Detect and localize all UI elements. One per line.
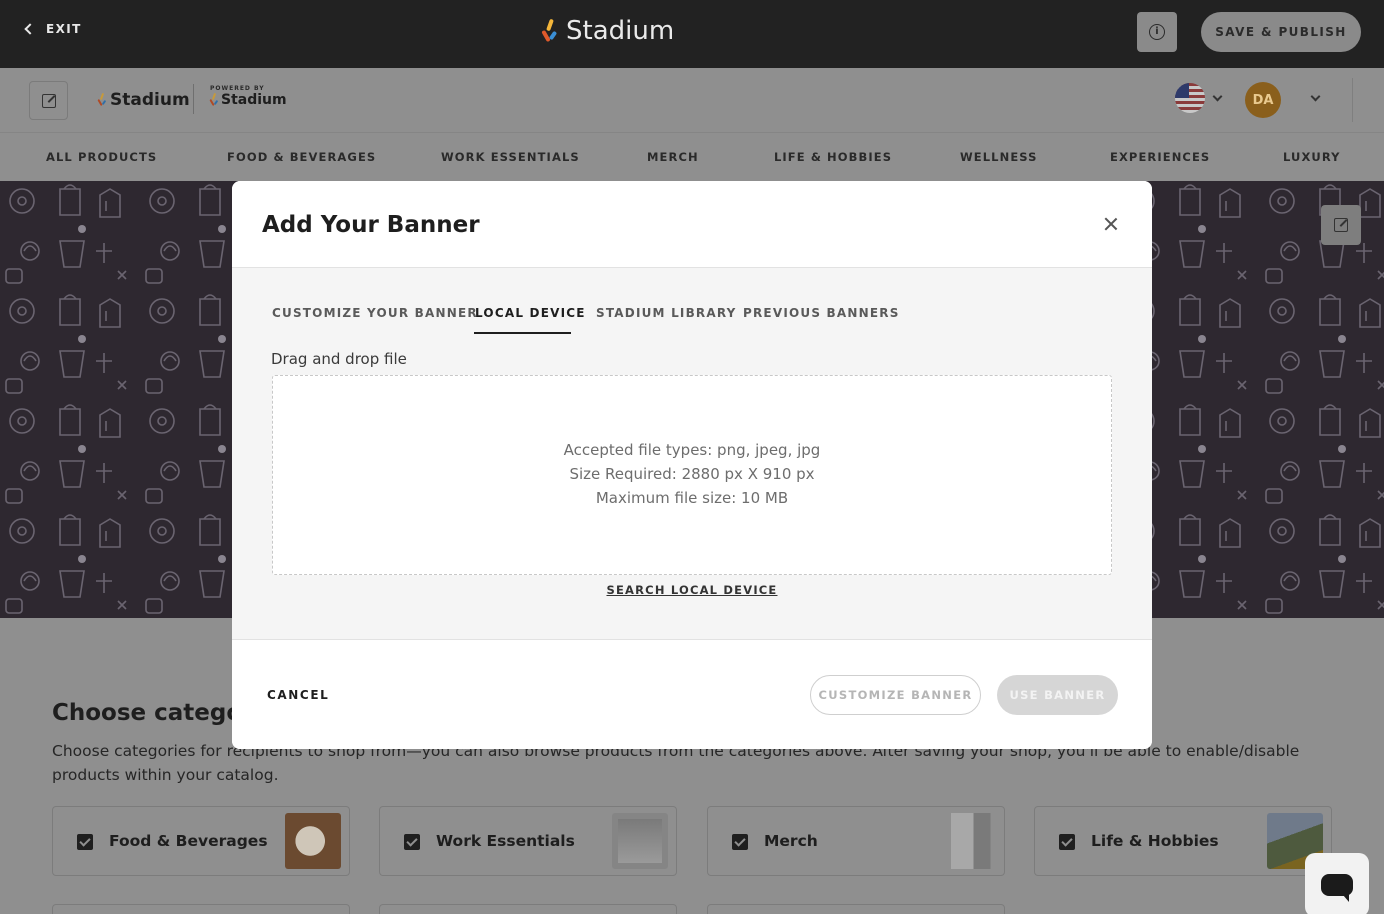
powered-by-brand-text: Stadium bbox=[221, 92, 287, 108]
info-button[interactable]: i bbox=[1137, 12, 1177, 52]
shop-logo: Stadium bbox=[97, 90, 190, 110]
checkbox-checked-icon[interactable] bbox=[1059, 834, 1075, 850]
edit-banner-button[interactable] bbox=[1321, 205, 1361, 245]
us-flag-icon[interactable] bbox=[1175, 83, 1205, 113]
stadium-spark-icon bbox=[540, 18, 560, 44]
top-bar: EXIT Stadium i SAVE & PUBLISH bbox=[0, 0, 1384, 68]
category-card[interactable] bbox=[52, 904, 350, 914]
category-nav: ALL PRODUCTS FOOD & BEVERAGES WORK ESSEN… bbox=[0, 132, 1384, 181]
nav-item-life-hobbies[interactable]: LIFE & HOBBIES bbox=[774, 150, 892, 164]
category-thumbnail bbox=[940, 813, 996, 869]
chat-button[interactable] bbox=[1305, 853, 1369, 914]
checkbox-checked-icon[interactable] bbox=[77, 834, 93, 850]
modal-title: Add Your Banner bbox=[262, 212, 480, 238]
shop-logo-text: Stadium bbox=[110, 90, 190, 110]
brand-logo: Stadium bbox=[540, 16, 674, 46]
nav-item-experiences[interactable]: EXPERIENCES bbox=[1110, 150, 1210, 164]
edit-icon bbox=[41, 93, 56, 108]
shop-header: Stadium POWERED BY Stadium DA bbox=[0, 68, 1384, 132]
edit-icon bbox=[1334, 218, 1348, 232]
stadium-spark-icon bbox=[97, 92, 107, 107]
active-tab-indicator bbox=[474, 332, 571, 334]
max-size-text: Maximum file size: 10 MB bbox=[595, 489, 789, 507]
nav-item-all-products[interactable]: ALL PRODUCTS bbox=[46, 150, 157, 164]
category-label: Merch bbox=[764, 832, 818, 850]
search-local-device-link[interactable]: SEARCH LOCAL DEVICE bbox=[232, 583, 1152, 597]
tab-stadium-library[interactable]: STADIUM LIBRARY bbox=[596, 306, 737, 320]
save-publish-button[interactable]: SAVE & PUBLISH bbox=[1201, 12, 1361, 52]
nav-item-work-essentials[interactable]: WORK ESSENTIALS bbox=[441, 150, 580, 164]
chevron-left-icon bbox=[24, 23, 36, 35]
category-card[interactable] bbox=[707, 904, 1005, 914]
edit-logo-button[interactable] bbox=[29, 81, 68, 120]
category-card-merch[interactable]: Merch bbox=[707, 806, 1005, 876]
chevron-down-icon[interactable] bbox=[1212, 91, 1223, 102]
powered-by-logo: POWERED BY Stadium bbox=[209, 85, 287, 108]
section-title: Choose categori bbox=[52, 700, 262, 726]
tab-local-device[interactable]: LOCAL DEVICE bbox=[475, 306, 586, 320]
file-dropzone[interactable]: Accepted file types: png, jpeg, jpg Size… bbox=[272, 375, 1112, 575]
use-banner-button[interactable]: USE BANNER bbox=[997, 675, 1118, 715]
chevron-down-icon[interactable] bbox=[1310, 91, 1321, 102]
logo-divider bbox=[193, 84, 194, 114]
exit-button[interactable]: EXIT bbox=[24, 22, 82, 36]
customize-banner-button[interactable]: CUSTOMIZE BANNER bbox=[810, 675, 981, 715]
nav-item-luxury[interactable]: LUXURY bbox=[1283, 150, 1341, 164]
category-label: Life & Hobbies bbox=[1091, 832, 1219, 850]
nav-item-merch[interactable]: MERCH bbox=[647, 150, 699, 164]
close-icon[interactable] bbox=[1102, 215, 1120, 233]
category-thumbnail bbox=[612, 813, 668, 869]
checkbox-checked-icon[interactable] bbox=[732, 834, 748, 850]
modal-header: Add Your Banner bbox=[232, 181, 1152, 268]
tab-customize-your-banner[interactable]: CUSTOMIZE YOUR BANNER bbox=[272, 306, 478, 320]
accepted-types-text: Accepted file types: png, jpeg, jpg bbox=[563, 441, 821, 459]
dropzone-label: Drag and drop file bbox=[271, 350, 407, 368]
chat-icon bbox=[1321, 874, 1353, 902]
nav-item-wellness[interactable]: WELLNESS bbox=[960, 150, 1038, 164]
nav-item-food-beverages[interactable]: FOOD & BEVERAGES bbox=[227, 150, 376, 164]
checkbox-checked-icon[interactable] bbox=[404, 834, 420, 850]
size-required-text: Size Required: 2880 px X 910 px bbox=[569, 465, 815, 483]
brand-name: Stadium bbox=[566, 16, 675, 46]
cancel-button[interactable]: CANCEL bbox=[267, 688, 329, 702]
tab-previous-banners[interactable]: PREVIOUS BANNERS bbox=[743, 306, 900, 320]
category-card-life-hobbies[interactable]: Life & Hobbies bbox=[1034, 806, 1332, 876]
stadium-spark-icon bbox=[209, 92, 219, 107]
modal-footer: CANCEL CUSTOMIZE BANNER USE BANNER bbox=[232, 639, 1152, 749]
category-card[interactable] bbox=[379, 904, 677, 914]
category-thumbnail bbox=[285, 813, 341, 869]
category-label: Work Essentials bbox=[436, 832, 575, 850]
avatar[interactable]: DA bbox=[1245, 82, 1281, 118]
powered-by-label: POWERED BY bbox=[210, 85, 265, 92]
header-divider bbox=[1352, 78, 1353, 122]
category-label: Food & Beverages bbox=[109, 832, 268, 850]
exit-label: EXIT bbox=[46, 22, 82, 36]
category-card-food-beverages[interactable]: Food & Beverages bbox=[52, 806, 350, 876]
add-banner-modal: Add Your Banner CUSTOMIZE YOUR BANNER LO… bbox=[232, 181, 1152, 749]
powered-by-brand: Stadium bbox=[209, 92, 287, 108]
info-icon: i bbox=[1149, 24, 1165, 40]
category-card-work-essentials[interactable]: Work Essentials bbox=[379, 806, 677, 876]
